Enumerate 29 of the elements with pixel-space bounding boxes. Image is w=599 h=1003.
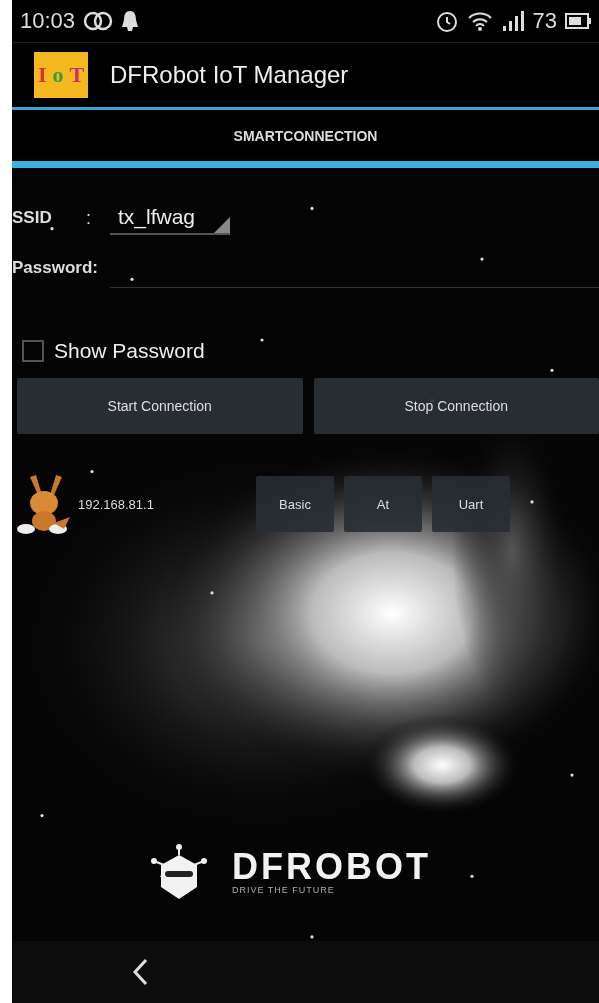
alarm-icon xyxy=(434,9,459,33)
mode-button[interactable]: Basic xyxy=(256,476,334,532)
back-icon[interactable] xyxy=(132,958,148,986)
rabbit-avatar-icon xyxy=(16,473,72,535)
app-icon-letter: I xyxy=(37,64,47,86)
brand-name: DFROBOT xyxy=(232,849,431,885)
dropdown-corner-icon xyxy=(214,217,230,233)
device-address: 192.168.81.1 xyxy=(78,496,155,512)
ssid-label: SSID xyxy=(12,208,53,228)
wifi-icon xyxy=(466,10,493,32)
mode-button[interactable]: Uart xyxy=(432,476,510,532)
signal-icon xyxy=(500,10,525,32)
clock-time: 10:03 xyxy=(20,8,76,34)
checkbox[interactable] xyxy=(22,340,44,362)
connection-button[interactable]: Start Connection xyxy=(17,378,303,434)
mode-button[interactable]: At xyxy=(344,476,422,532)
dual-sim-icon xyxy=(83,11,114,31)
app-title: DFRobot IoT Manager xyxy=(110,61,349,89)
robot-logo-icon xyxy=(150,843,208,901)
battery-level: 73 xyxy=(532,8,557,34)
separator: : xyxy=(86,207,92,229)
app-icon-letter: T xyxy=(69,64,85,86)
ssid-dropdown[interactable]: tx_lfwag xyxy=(110,201,230,235)
app-icon-letter: o xyxy=(52,64,64,86)
brand-tagline: DRIVE THE FUTURE xyxy=(232,885,336,895)
connection-button[interactable]: Stop Connection xyxy=(313,378,599,434)
checkbox-label: Show Password xyxy=(54,339,205,363)
battery-icon xyxy=(565,12,591,30)
password-label: Password: xyxy=(12,258,99,278)
